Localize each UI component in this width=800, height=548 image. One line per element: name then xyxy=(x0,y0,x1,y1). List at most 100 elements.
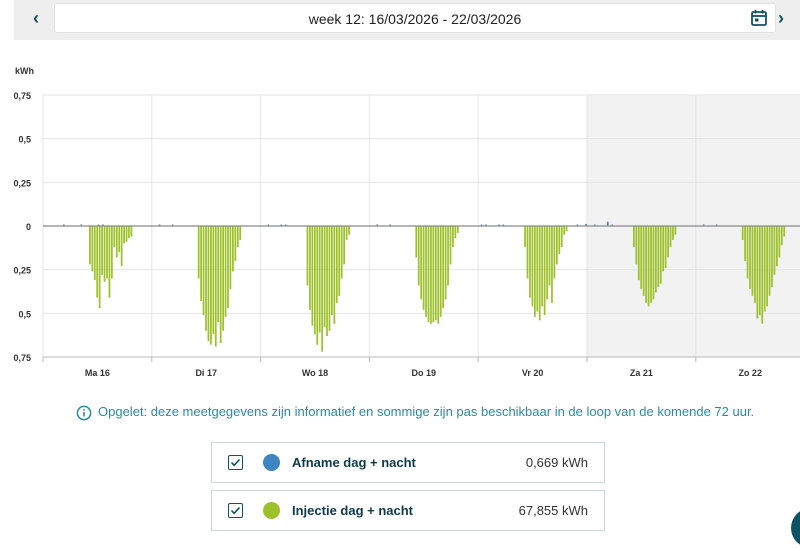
help-fab-button[interactable] xyxy=(791,508,800,548)
afname-color-dot xyxy=(263,454,280,471)
y-tick-label: 0,5 xyxy=(18,309,31,319)
injectie-bar xyxy=(778,226,781,258)
injectie-bar xyxy=(533,226,536,317)
week-selector[interactable]: week 12: 16/03/2026 - 22/03/2026 xyxy=(54,3,776,33)
injectie-bar xyxy=(232,226,234,272)
injectie-bar xyxy=(239,226,242,240)
injectie-bar xyxy=(120,226,123,267)
injectie-bar xyxy=(548,226,551,286)
info-text: Opgelet: deze meetgegevens zijn informat… xyxy=(98,404,755,419)
injectie-bar xyxy=(672,226,674,240)
injectie-bar xyxy=(108,226,111,298)
injectie-bar xyxy=(741,226,744,240)
y-tick-label: 0,5 xyxy=(18,135,31,145)
injectie-bar xyxy=(449,226,452,265)
injectie-bar xyxy=(425,226,427,317)
injectie-bar xyxy=(754,226,756,303)
legend-item-afname[interactable]: Afname dag + nacht 0,669 kWh xyxy=(211,442,605,483)
injectie-bar xyxy=(667,226,669,258)
injectie-bar xyxy=(234,226,237,261)
injectie-bar xyxy=(326,226,328,337)
injectie-bar xyxy=(531,226,534,307)
injectie-bar xyxy=(417,226,420,286)
injectie-bar xyxy=(321,226,324,352)
injectie-bar xyxy=(210,226,212,345)
injectie-bar xyxy=(526,226,529,279)
injectie-bar xyxy=(555,226,558,265)
energy-chart: 0,75 0,5 0,25 0 0,25 0,5 0,75 Ma 16 Di 17 Wo 18 Do… xyxy=(13,66,800,378)
injectie-bar xyxy=(635,226,638,265)
injectie-bar xyxy=(103,226,106,282)
injectie-bar xyxy=(316,226,319,345)
y-tick-label: 0 xyxy=(26,222,31,232)
injectie-bar xyxy=(751,226,754,296)
injectie-bar xyxy=(323,226,326,328)
injectie-bar xyxy=(766,226,768,307)
injectie-bar xyxy=(345,226,348,240)
injectie-bar xyxy=(558,226,561,254)
injectie-bar xyxy=(749,226,751,289)
injectie-bar xyxy=(538,226,541,321)
injectie-bar xyxy=(130,226,133,237)
injectie-bar xyxy=(664,226,667,268)
injectie-bar xyxy=(657,226,660,288)
injectie-bar xyxy=(560,226,563,247)
injectie-bar xyxy=(434,226,437,321)
injectie-bar xyxy=(563,226,566,235)
injectie-bar xyxy=(524,226,526,247)
injectie-bar xyxy=(637,226,640,281)
injectie-bar xyxy=(205,226,207,331)
y-tick-label: 0,75 xyxy=(13,91,31,101)
afname-bar xyxy=(607,221,609,226)
injectie-bar xyxy=(427,226,430,323)
y-tick-label: 0,75 xyxy=(13,353,31,363)
injectie-bar xyxy=(746,226,749,279)
injectie-bar xyxy=(761,226,764,324)
injectie-bar xyxy=(642,226,645,296)
injectie-bar xyxy=(202,226,205,316)
injectie-bar xyxy=(447,226,449,286)
injectie-bar xyxy=(113,226,116,247)
injectie-bar xyxy=(217,226,220,323)
injectie-bar xyxy=(650,226,652,303)
injectie-bar xyxy=(340,226,343,279)
injectie-bar xyxy=(546,226,548,300)
injectie-color-dot xyxy=(263,502,280,519)
injectie-bar xyxy=(674,226,677,235)
injectie-bar xyxy=(543,226,546,316)
injectie-bar xyxy=(776,226,778,267)
injectie-bar xyxy=(98,226,101,309)
x-tick-label: Vr 20 xyxy=(522,368,544,378)
injectie-bar xyxy=(454,226,457,239)
checkbox-injectie[interactable] xyxy=(228,503,243,518)
injectie-bar xyxy=(529,226,531,298)
calendar-icon[interactable] xyxy=(750,9,768,27)
injectie-bar xyxy=(227,226,229,309)
injectie-bar xyxy=(224,226,227,317)
x-tick-label: Di 17 xyxy=(195,368,217,378)
info-icon xyxy=(76,405,92,420)
legend-item-injectie[interactable]: Injectie dag + nacht 67,855 kWh xyxy=(211,490,605,531)
chevron-left-icon[interactable]: ‹ xyxy=(25,6,47,30)
injectie-bar xyxy=(756,226,759,319)
injectie-bar xyxy=(420,226,423,300)
injectie-bar xyxy=(541,226,544,307)
injectie-bar xyxy=(200,226,202,302)
injectie-bar xyxy=(456,226,459,233)
injectie-bar xyxy=(771,226,773,288)
injectie-bar xyxy=(229,226,232,289)
injectie-bar xyxy=(662,226,665,272)
injectie-bar xyxy=(123,226,125,244)
injectie-bar xyxy=(437,226,440,324)
injectie-bar xyxy=(422,226,425,310)
x-tick-label: Do 19 xyxy=(412,368,437,378)
injectie-bar xyxy=(780,226,783,246)
checkbox-afname[interactable] xyxy=(228,455,243,470)
injectie-bar xyxy=(655,226,657,293)
injectie-bar xyxy=(318,226,321,333)
chevron-right-icon[interactable]: › xyxy=(770,6,792,30)
legend-label-injectie: Injectie dag + nacht xyxy=(292,503,414,518)
y-axis-unit: kWh xyxy=(15,66,34,76)
injectie-bar xyxy=(415,226,418,258)
injectie-bar xyxy=(207,226,210,342)
